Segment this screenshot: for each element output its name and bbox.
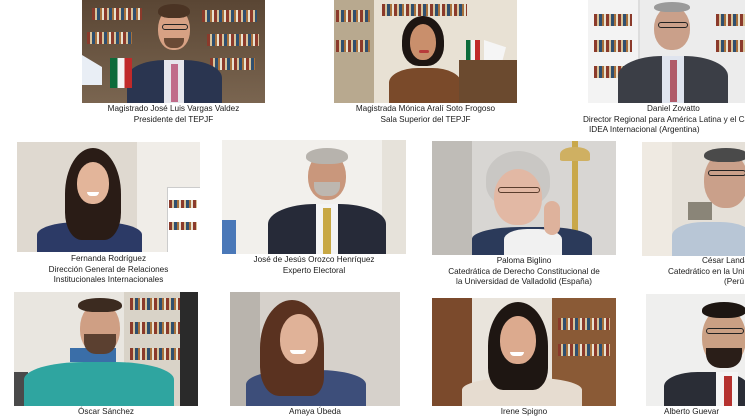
participant-role: la Universidad de Valladolid (España) — [456, 277, 592, 286]
participant-caption: José de Jesús Orozco Henríquez Experto E… — [222, 255, 406, 276]
video-feed — [82, 0, 265, 103]
participant-tile-guevara[interactable] — [646, 294, 745, 406]
participant-tile-rodriguez[interactable] — [17, 142, 200, 252]
participant-tile-biglino[interactable] — [432, 141, 616, 255]
participant-role: Dirección General de Relaciones — [48, 264, 169, 274]
participant-name: Magistrado José Luis Vargas Valdez — [107, 104, 240, 113]
video-feed — [334, 0, 517, 103]
participant-role: Presidente del TEPJF — [133, 114, 214, 124]
participant-role: Institucionales Internacionales — [53, 275, 164, 284]
participant-tile-orozco[interactable] — [222, 140, 406, 254]
participant-caption: Irene Spigno — [432, 407, 616, 418]
participant-caption: Magistrado José Luis Vargas Valdez Presi… — [82, 104, 265, 125]
participant-name: César Landa — [702, 256, 745, 265]
video-feed — [14, 292, 198, 406]
participant-tile-spigno[interactable] — [432, 298, 616, 406]
participant-role: Catedrático en la Uni — [668, 266, 745, 276]
participant-tile-vargas[interactable] — [82, 0, 265, 103]
participant-name: José de Jesús Orozco Henríquez — [253, 255, 375, 264]
video-feed — [646, 294, 745, 406]
participant-caption: Óscar Sánchez — [14, 407, 198, 418]
participant-tile-ubeda[interactable] — [230, 292, 400, 406]
participant-role: Catedrática de Derecho Constitucional de — [448, 266, 600, 276]
video-feed — [17, 142, 200, 252]
participant-tile-landa[interactable] — [642, 142, 745, 256]
participant-name: Daniel Zovatto — [647, 104, 700, 113]
participant-role: IDEA Internacional (Argentina) — [589, 125, 700, 134]
participant-caption: Magistrada Mónica Aralí Soto Frogoso Sal… — [334, 104, 517, 125]
participant-tile-sanchez[interactable] — [14, 292, 198, 406]
video-feed — [432, 298, 616, 406]
participant-name: Irene Spigno — [500, 407, 548, 416]
participant-role: (Perú — [724, 277, 745, 286]
participant-name: Óscar Sánchez — [78, 407, 134, 416]
participant-caption: César Landa Catedrático en la Uni (Perú — [640, 256, 745, 288]
participant-tile-soto[interactable] — [334, 0, 517, 103]
video-feed — [588, 0, 745, 103]
participant-caption: Amaya Úbeda — [230, 407, 400, 418]
participant-name: Fernanda Rodríguez — [70, 254, 147, 263]
video-feed — [642, 142, 745, 256]
participant-role: Sala Superior del TEPJF — [380, 114, 471, 124]
participant-role: Experto Electoral — [282, 265, 346, 275]
participant-name: Alberto Guevar — [664, 407, 720, 416]
participant-caption: Daniel Zovatto Director Regional para Am… — [583, 104, 745, 136]
participant-name: Magistrada Mónica Aralí Soto Frogoso — [355, 104, 496, 113]
video-feed — [222, 140, 406, 254]
participant-caption: Paloma Biglino Catedrática de Derecho Co… — [432, 256, 616, 288]
video-feed — [432, 141, 616, 255]
participant-caption: Fernanda Rodríguez Dirección General de … — [17, 254, 200, 286]
participant-role: Director Regional para América Latina y … — [583, 114, 745, 124]
participant-name: Paloma Biglino — [496, 256, 552, 265]
video-feed — [230, 292, 400, 406]
participant-name: Amaya Úbeda — [289, 407, 341, 416]
participant-tile-zovatto[interactable] — [588, 0, 745, 103]
participant-caption: Alberto Guevar — [646, 407, 745, 418]
